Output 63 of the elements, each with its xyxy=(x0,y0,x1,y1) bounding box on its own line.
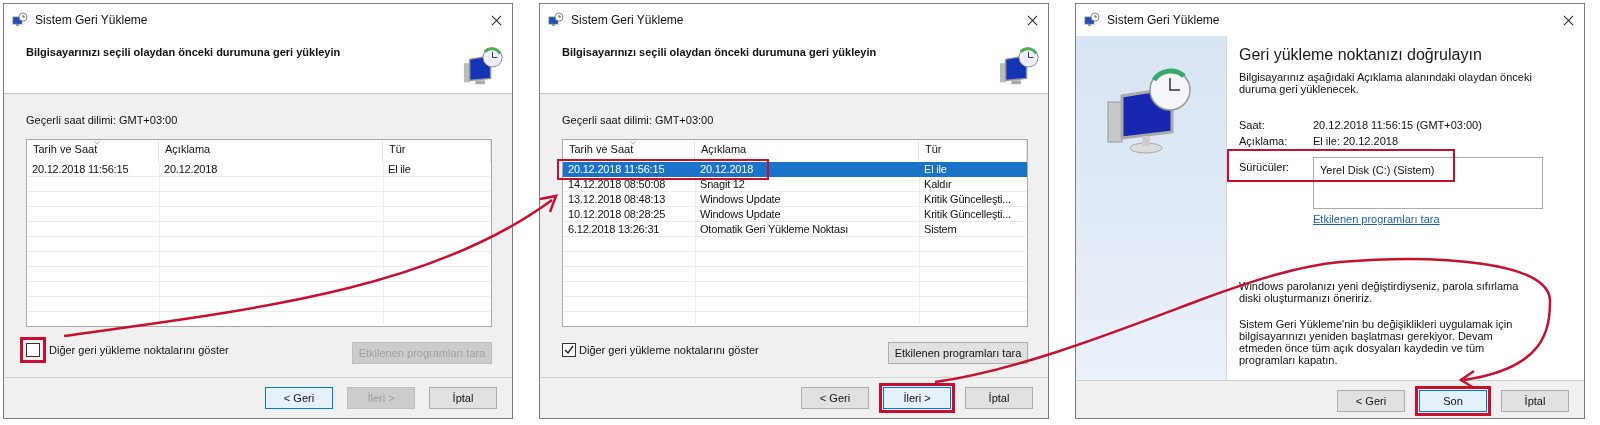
sort-caret-icon xyxy=(93,140,101,145)
checkbox-label[interactable]: Diğer geri yükleme noktalarını göster xyxy=(49,344,229,356)
list-row[interactable]: 13.12.2018 08:48:13 Windows Update Kritik Güncelleşti... xyxy=(563,192,1027,207)
page-heading: Geri yükleme noktanızı doğrulayın xyxy=(1239,46,1483,64)
close-icon[interactable] xyxy=(1563,14,1574,26)
wizard-button[interactable]: < Geri xyxy=(1337,390,1405,412)
table-cell-text: 20.12.2018 11:56:15 xyxy=(31,162,130,177)
table-cell-text: 13.12.2018 08:48:13 xyxy=(567,192,667,207)
page-heading: Bilgisayarınızı seçili olaydan önceki durumuna geri yükleyin xyxy=(562,46,877,58)
checkbox-label[interactable]: Diğer geri yükleme noktalarını göster xyxy=(579,344,759,356)
wizard-button[interactable]: < Geri xyxy=(265,387,333,409)
timezone-label: Geçerli saat dilimi: GMT+03:00 xyxy=(26,114,179,126)
restore-icon xyxy=(1084,12,1100,28)
wizard-button[interactable]: İptal xyxy=(965,387,1033,409)
window-title: Sistem Geri Yükleme xyxy=(1107,13,1221,27)
restore-point-list[interactable]: Tarih ve Saat Açıklama Tür 20.12.2018 11:56:15 20.12.2018 El ile xyxy=(26,139,492,327)
field-label: Sürücüler: xyxy=(1239,160,1291,175)
table-cell-text: 20.12.2018 xyxy=(699,162,755,177)
timezone-label: Geçerli saat dilimi: GMT+03:00 xyxy=(562,114,715,126)
scan-programs-button[interactable]: Etkilenen programları tara xyxy=(888,342,1028,364)
table-cell-text: Kritik Güncelleşti... xyxy=(923,192,1012,207)
field-label: Açıklama: xyxy=(1239,135,1289,147)
restore-icon xyxy=(12,12,28,28)
wizard-button[interactable]: < Geri xyxy=(801,387,869,409)
table-cell-text: Sistem xyxy=(923,222,958,237)
table-cell-text: 20.12.2018 11:56:15 xyxy=(567,162,666,177)
field-label: Saat: xyxy=(1239,119,1266,131)
table-cell-text: Windows Update xyxy=(699,207,782,222)
drive-list[interactable]: Yerel Disk (C:) (Sistem) xyxy=(1313,157,1543,209)
window-title: Sistem Geri Yükleme xyxy=(571,13,685,27)
wizard-button[interactable]: İptal xyxy=(1501,390,1569,412)
table-cell-text: 6.12.2018 13:26:31 xyxy=(567,222,661,237)
table-cell-text: Snagit 12 xyxy=(699,177,746,192)
list-row[interactable]: 14.12.2018 08:50:08 Snagit 12 Kaldır xyxy=(563,177,1027,192)
table-cell-text: El ile xyxy=(923,162,948,177)
table-cell-text: Otomatik Geri Yükleme Noktası xyxy=(699,222,850,237)
scan-programs-link[interactable]: Etkilenen programları tara xyxy=(1313,213,1440,225)
list-row[interactable]: 6.12.2018 13:26:31 Otomatik Geri Yükleme Noktası Sistem xyxy=(563,222,1027,237)
table-cell-text: 10.12.2018 08:28:25 xyxy=(567,207,667,222)
list-row[interactable]: 10.12.2018 08:28:25 Windows Update Kritik Güncelleşti... xyxy=(563,207,1027,222)
notice-text: Sistem Geri Yükleme'nin bu değişiklikleri uygulamak için bilgisayarınızı yeniden başlatması gerekiyor. Devam etmeden önce tüm açık dosyaları kaydedin ve tüm programları kapatın. xyxy=(1239,318,1514,366)
checkbox[interactable] xyxy=(26,343,40,357)
close-icon[interactable] xyxy=(491,14,502,26)
window-title: Sistem Geri Yükleme xyxy=(35,13,149,27)
list-row[interactable]: 20.12.2018 11:56:15 20.12.2018 El ile xyxy=(27,162,491,177)
table-cell-text: 14.12.2018 08:50:08 xyxy=(567,177,667,192)
close-icon[interactable] xyxy=(1027,14,1038,26)
intro-text: Bilgisayarınız aşağıdaki Açıklama alanındaki olaydan önceki duruma geri yüklenecek. xyxy=(1239,71,1533,95)
drive-item[interactable]: Yerel Disk (C:) (Sistem) xyxy=(1320,164,1536,176)
table-cell-text: El ile xyxy=(387,162,412,177)
page-heading: Bilgisayarınızı seçili olaydan önceki durumuna geri yükleyin xyxy=(26,46,341,58)
checkbox[interactable] xyxy=(562,343,576,357)
table-cell-text: Windows Update xyxy=(699,192,782,207)
wizard-button[interactable]: İptal xyxy=(429,387,497,409)
wizard-button[interactable]: Son xyxy=(1415,386,1491,416)
restore-icon xyxy=(548,12,564,28)
table-cell-text: 20.12.2018 xyxy=(163,162,219,177)
wizard-button[interactable]: İleri > xyxy=(879,383,955,413)
table-cell-text: Kaldır xyxy=(923,177,953,192)
field-value: El ile: 20.12.2018 xyxy=(1313,135,1398,147)
field-value: 20.12.2018 11:56:15 (GMT+03:00) xyxy=(1313,119,1482,131)
table-cell-text: Kritik Güncelleşti... xyxy=(923,207,1012,222)
sort-caret-icon xyxy=(629,140,637,145)
